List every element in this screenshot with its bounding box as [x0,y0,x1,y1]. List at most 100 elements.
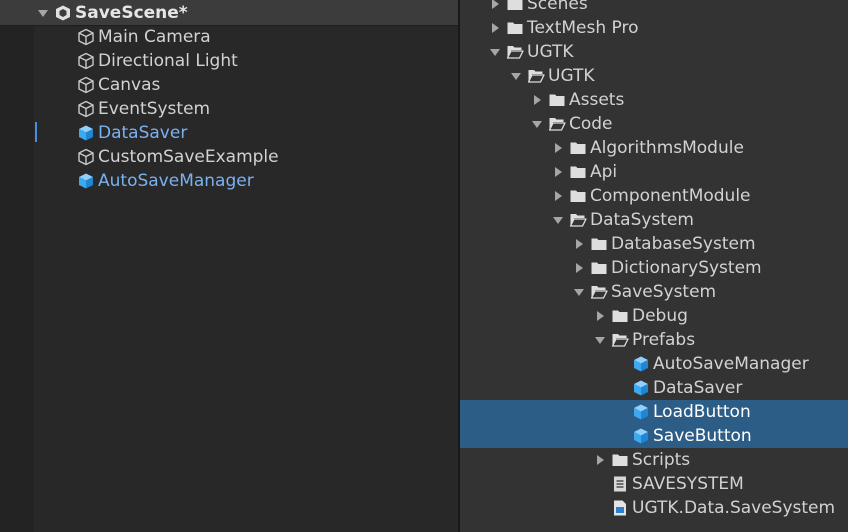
project-bottom-strip [460,522,848,532]
folder-icon [506,19,524,37]
chevron-right-icon[interactable] [551,165,565,179]
chevron-down-icon[interactable] [593,333,607,347]
project-item-code[interactable]: Code [460,112,848,136]
project-item-databasesystem[interactable]: DatabaseSystem [460,232,848,256]
project-item-label: DataSaver [653,378,743,398]
project-item-label: DatabaseSystem [611,234,756,254]
chevron-down-icon[interactable] [488,45,502,59]
chevron-down-icon[interactable] [551,213,565,227]
project-item-ugtk-data-savesystem[interactable]: UGTK.Data.SaveSystem [460,496,848,520]
chevron-down-icon[interactable] [530,117,544,131]
unity-scene-icon [54,4,72,22]
project-item-api[interactable]: Api [460,160,848,184]
folder-open-icon [590,283,608,301]
project-item-ugtk[interactable]: UGTK [460,40,848,64]
project-item-prefabs[interactable]: Prefabs [460,328,848,352]
project-item-datasystem[interactable]: DataSystem [460,208,848,232]
project-item-savesystem[interactable]: SaveSystem [460,280,848,304]
gameobject-cube-icon [77,148,95,166]
project-item-label: Scripts [632,450,691,470]
project-item-label: UGTK.Data.SaveSystem [632,498,836,518]
project-item-label: LoadButton [653,402,751,422]
project-item-label: Prefabs [632,330,696,350]
hierarchy-item-autosavemanager[interactable]: AutoSaveManager [77,169,254,193]
hierarchy-item-customsaveexample[interactable]: CustomSaveExample [77,145,279,169]
project-item-label: Scenes [527,0,588,14]
project-item-label: DictionarySystem [611,258,762,278]
chevron-right-icon[interactable] [572,237,586,251]
hierarchy-item-label: EventSystem [98,99,211,119]
project-item-assets[interactable]: Assets [460,88,848,112]
project-item-label: SaveSystem [611,282,717,302]
hierarchy-gutter [0,0,34,532]
hierarchy-item-directional-light[interactable]: Directional Light [77,49,238,73]
folder-icon [569,187,587,205]
project-item-savebutton[interactable]: SaveButton [460,424,848,448]
hierarchy-item-canvas[interactable]: Canvas [77,73,160,97]
scene-name: SaveScene* [75,2,188,23]
project-item-label: TextMesh Pro [527,18,639,38]
project-item-autosavemanager[interactable]: AutoSaveManager [460,352,848,376]
hierarchy-panel: SaveScene* Main Camera Directional Light Ca… [0,0,459,532]
project-item-label: SaveButton [653,426,752,446]
project-item-label: ComponentModule [590,186,751,206]
prefab-cube-icon [632,379,650,397]
chevron-down-icon[interactable] [509,69,523,83]
chevron-down-icon[interactable] [572,285,586,299]
project-panel: Scenes TextMesh Pro UGTK UGTK Assets Code Algo… [460,0,848,532]
prefab-cube-icon [632,403,650,421]
project-item-label: Debug [632,306,688,326]
hierarchy-item-label: CustomSaveExample [98,147,279,167]
project-item-algorithmsmodule[interactable]: AlgorithmsModule [460,136,848,160]
project-item-datasaver[interactable]: DataSaver [460,376,848,400]
chevron-right-icon[interactable] [593,309,607,323]
folder-icon [506,0,524,13]
hierarchy-item-eventsystem[interactable]: EventSystem [77,97,210,121]
project-item-label: UGTK [548,66,595,86]
project-item-label: SAVESYSTEM [632,474,744,494]
folder-icon [590,235,608,253]
folder-open-icon [611,331,629,349]
folder-open-icon [548,115,566,133]
hierarchy-item-label: Canvas [98,75,161,95]
project-item-textmesh-pro[interactable]: TextMesh Pro [460,16,848,40]
project-item-dictionarysystem[interactable]: DictionarySystem [460,256,848,280]
chevron-right-icon[interactable] [530,93,544,107]
prefab-cube-icon [77,172,95,190]
chevron-right-icon[interactable] [551,189,565,203]
chevron-right-icon[interactable] [488,0,502,11]
project-item-label: Assets [569,90,625,110]
hierarchy-item-label: DataSaver [98,123,188,143]
project-item-label: DataSystem [590,210,694,230]
project-item-componentmodule[interactable]: ComponentModule [460,184,848,208]
chevron-right-icon[interactable] [593,453,607,467]
prefab-cube-icon [632,355,650,373]
project-item-loadbutton[interactable]: LoadButton [460,400,848,424]
project-item-label: AutoSaveManager [653,354,809,374]
project-item-scenes[interactable]: Scenes [460,0,848,16]
gameobject-cube-icon [77,28,95,46]
chevron-right-icon[interactable] [551,141,565,155]
scene-row[interactable]: SaveScene* [36,0,188,25]
prefab-cube-icon [77,124,95,142]
assembly-definition-icon [611,499,629,517]
chevron-right-icon[interactable] [488,21,502,35]
gameobject-cube-icon [77,76,95,94]
project-item-scripts[interactable]: Scripts [460,448,848,472]
text-file-icon [611,475,629,493]
project-item-debug[interactable]: Debug [460,304,848,328]
folder-open-icon [527,67,545,85]
project-item-label: Api [590,162,618,182]
chevron-right-icon[interactable] [572,261,586,275]
hierarchy-item-datasaver[interactable]: DataSaver [77,121,187,145]
project-item-ugtk[interactable]: UGTK [460,64,848,88]
project-item-label: AlgorithmsModule [590,138,744,158]
chevron-down-icon[interactable] [36,6,50,20]
project-item-savesystem[interactable]: SAVESYSTEM [460,472,848,496]
hierarchy-item-main-camera[interactable]: Main Camera [77,25,211,49]
project-item-label: Code [569,114,613,134]
